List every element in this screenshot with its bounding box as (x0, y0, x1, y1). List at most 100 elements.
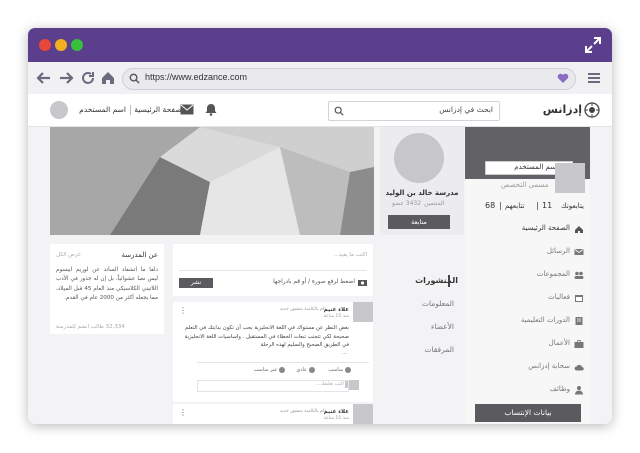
stat-divider: | (536, 201, 539, 210)
stat-divider: | (499, 201, 502, 210)
post-card: علاء غنيم عام بالكامنة منشور جديد منذ 15… (173, 404, 373, 424)
menu-icon[interactable] (586, 70, 602, 86)
minimize-window-button[interactable] (55, 39, 67, 51)
mail-icon[interactable] (180, 104, 194, 115)
school-logo (394, 133, 444, 183)
url-field[interactable]: https://www.edzance.com (122, 68, 576, 90)
stat-followers-label[interactable]: تتابعهم (505, 202, 524, 210)
composer-divider (179, 270, 367, 271)
about-view-all[interactable]: عرض الكل (56, 252, 81, 258)
url-text: https://www.edzance.com (145, 72, 248, 82)
sidebar-item[interactable]: وظائف (465, 383, 590, 397)
post-thumbnail (353, 302, 373, 322)
profile-job-title: مسمى التخصص (501, 181, 549, 189)
sidebar-item[interactable]: الرسائل (465, 245, 590, 259)
comment-input[interactable]: اكتب تعليقك... (197, 380, 349, 392)
post-author[interactable]: علاء غنيم (324, 409, 349, 415)
post-composer: اكتب ما يفيد... اضغط لرفع صورة / أو قم ب… (173, 244, 373, 296)
active-tab-indicator (448, 275, 450, 287)
comment-user-avatar (349, 380, 359, 390)
post-divider (197, 362, 369, 363)
search-input[interactable]: ابحث في إدزانس (328, 101, 500, 121)
sidebar-item[interactable]: الدورات التعليمية (465, 314, 590, 328)
page-content: إدزانس ابحث في إدزانس اسم المستخدم الصفح… (28, 94, 612, 424)
search-icon (334, 106, 344, 116)
reaction-appropriate[interactable]: مناسب (328, 367, 343, 373)
sidebar-item-label: الأعمال (548, 339, 570, 347)
cover-photo (50, 127, 374, 235)
sidebar-item[interactable]: فعاليات (465, 291, 590, 305)
sidebar-item-label: فعاليات (548, 293, 570, 301)
more-options-icon[interactable]: ⋮ (179, 306, 187, 315)
sidebar-item-label: الرسائل (546, 247, 570, 255)
about-title: عن المدرسة (121, 251, 158, 259)
forward-arrow-icon[interactable] (58, 70, 74, 86)
about-text: دلفا ما اتشفاد الساتد عن لوريم ايبسوم لي… (56, 267, 158, 302)
tab-item[interactable]: المعلومات (422, 299, 454, 308)
tab-item[interactable]: المرفقات (424, 345, 454, 354)
home-icon (575, 226, 583, 233)
tab-item[interactable]: الأعضاء (431, 322, 454, 331)
heart-icon[interactable] (557, 73, 569, 84)
sidebar-item-label: الصفحة الرئيسية (521, 224, 570, 232)
refresh-icon[interactable] (80, 70, 96, 86)
tab-item[interactable]: المنشورات (415, 276, 458, 285)
post-role: عام بالكامنة منشور جديد (279, 307, 327, 312)
photo-upload-label[interactable]: اضغط لرفع صورة / أو قم بادراجها (273, 279, 355, 285)
more-options-icon[interactable]: ⋮ (179, 408, 187, 417)
reaction-icon (279, 367, 285, 373)
header-avatar[interactable] (50, 101, 68, 119)
stat-following-label[interactable]: يتابعونك (561, 202, 584, 210)
post-text: بغض النظر عن مستواك في اللغة الانجليزية … (184, 325, 349, 349)
sidebar-item-label: سحابة إدزانس (528, 362, 570, 370)
home-icon[interactable] (100, 70, 116, 86)
reaction-neutral[interactable]: عادي (296, 367, 307, 373)
jobs-icon (575, 386, 583, 395)
calendar-icon (575, 295, 583, 302)
sidebar-item[interactable]: المجموعات (465, 268, 590, 282)
reaction-icon (309, 367, 315, 373)
camera-icon[interactable] (358, 279, 367, 286)
publish-button[interactable]: نشر (179, 278, 213, 288)
header-home-link[interactable]: الصفحة الرئيسية (132, 105, 186, 114)
browser-window: https://www.edzance.com إدزانس ابحث في إ… (28, 28, 612, 424)
maximize-window-button[interactable] (71, 39, 83, 51)
sidebar-item-label: المجموعات (536, 270, 570, 278)
post-role: عام بالكامنة منشور جديد (279, 409, 327, 414)
reaction-icon (345, 367, 351, 373)
members-label: المنتمين (424, 200, 445, 207)
sidebar-item-label: الدورات التعليمية (520, 316, 570, 324)
stat-followers-count: 68 (485, 201, 496, 210)
logo-text[interactable]: إدزانس (543, 103, 582, 116)
sidebar-item[interactable]: سحابة إدزانس (465, 360, 590, 374)
header-username[interactable]: اسم المستخدم (74, 105, 126, 114)
close-window-button[interactable] (39, 39, 51, 51)
follow-button[interactable]: متابعة (388, 215, 450, 229)
mail-icon (574, 249, 584, 255)
stat-following-count: 11 (542, 201, 553, 210)
search-placeholder: ابحث في إدزانس (439, 105, 493, 114)
profile-avatar[interactable] (555, 163, 585, 193)
reaction-inappropriate[interactable]: غير مناسب (254, 367, 277, 373)
sidebar-item[interactable]: الأعمال (465, 337, 590, 351)
header-divider (130, 105, 131, 115)
logo-icon[interactable] (584, 102, 600, 118)
post-time: منذ 15 ساعة (323, 314, 350, 319)
back-arrow-icon[interactable] (36, 70, 52, 86)
read-more-link[interactable]: ... (342, 350, 347, 356)
site-header: إدزانس ابحث في إدزانس اسم المستخدم الصفح… (28, 94, 612, 127)
fullscreen-icon[interactable] (584, 36, 602, 54)
bell-icon[interactable] (205, 103, 217, 116)
cloud-icon (574, 364, 584, 371)
composer-input[interactable]: اكتب ما يفيد... (334, 252, 367, 258)
post-author[interactable]: علاء غنيم (324, 307, 349, 313)
affiliation-button[interactable]: بيانات الإنتساب (475, 404, 581, 422)
profile-sidebar: اسم المستخدم مسمى التخصص يتابعونك 11 | ت… (465, 127, 590, 424)
school-card: مدرسة خالد بن الوليد المنتمين 3432 عضو م… (380, 127, 464, 235)
school-name: مدرسة خالد بن الوليد (385, 189, 459, 197)
sidebar-item-label: وظائف (549, 385, 570, 393)
members-count: 3432 عضو (392, 200, 422, 207)
about-card: عن المدرسة عرض الكل دلفا ما اتشفاد السات… (50, 244, 164, 334)
book-icon (575, 317, 583, 325)
sidebar-item[interactable]: الصفحة الرئيسية (465, 222, 590, 236)
